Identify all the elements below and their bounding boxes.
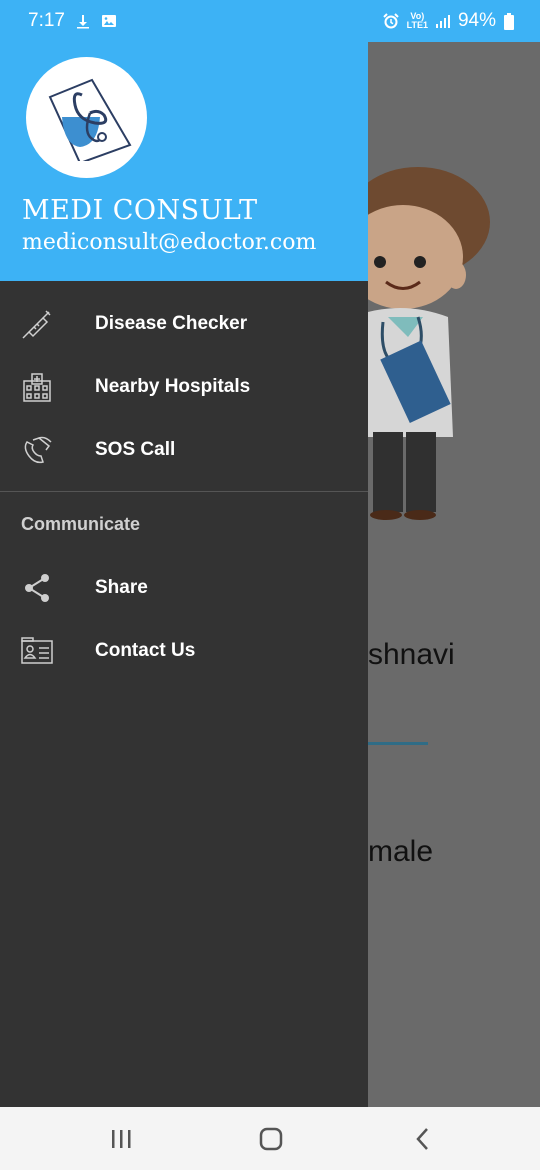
contact-card-icon — [21, 636, 53, 664]
field-underline — [368, 742, 428, 745]
phone-icon — [24, 436, 52, 463]
menu-label: Share — [95, 576, 148, 598]
image-icon — [101, 15, 116, 27]
syringe-icon — [22, 309, 51, 339]
menu-label: Disease Checker — [95, 312, 248, 334]
battery-icon — [504, 12, 514, 30]
recent-apps-button[interactable] — [107, 1125, 137, 1153]
network-indicator: Vo) LTE1 — [406, 11, 428, 30]
app-logo — [26, 57, 147, 178]
status-bar: 7:17 Vo) LTE1 94% — [0, 0, 540, 42]
profile-name-text: shnavi — [368, 638, 455, 671]
stethoscope-logo-icon — [48, 78, 132, 161]
section-divider — [0, 491, 368, 492]
home-button[interactable] — [256, 1125, 286, 1153]
menu-item-share[interactable]: Share — [0, 556, 368, 619]
profile-gender-text: male — [368, 835, 434, 868]
menu-item-contact-us[interactable]: Contact Us — [0, 619, 368, 682]
alarm-icon — [382, 13, 399, 29]
account-email: mediconsult@edoctor.com — [22, 230, 317, 255]
menu-label: SOS Call — [95, 438, 176, 460]
menu-item-nearby-hospitals[interactable]: Nearby Hospitals — [0, 355, 368, 418]
battery-percent: 94% — [457, 10, 496, 31]
menu-label: Nearby Hospitals — [95, 375, 251, 397]
app-title: MEDI CONSULT — [22, 195, 258, 226]
back-button[interactable] — [408, 1125, 438, 1153]
doctor-illustration — [368, 167, 490, 520]
background-page: shnavi male — [368, 42, 540, 1107]
drawer-header: MEDI CONSULT mediconsult@edoctor.com — [0, 42, 368, 281]
signal-icon — [435, 15, 450, 28]
menu-item-disease-checker[interactable]: Disease Checker — [0, 292, 368, 355]
hospital-icon — [23, 372, 51, 402]
menu-label: Contact Us — [95, 639, 196, 661]
download-icon — [76, 15, 89, 29]
share-icon — [25, 573, 49, 602]
section-title-communicate: Communicate — [21, 514, 141, 534]
navigation-drawer: MEDI CONSULT mediconsult@edoctor.com Dis… — [0, 42, 368, 1107]
menu-item-sos-call[interactable]: SOS Call — [0, 418, 368, 481]
status-time: 7:17 — [28, 10, 65, 31]
system-nav-bar — [0, 1107, 540, 1170]
